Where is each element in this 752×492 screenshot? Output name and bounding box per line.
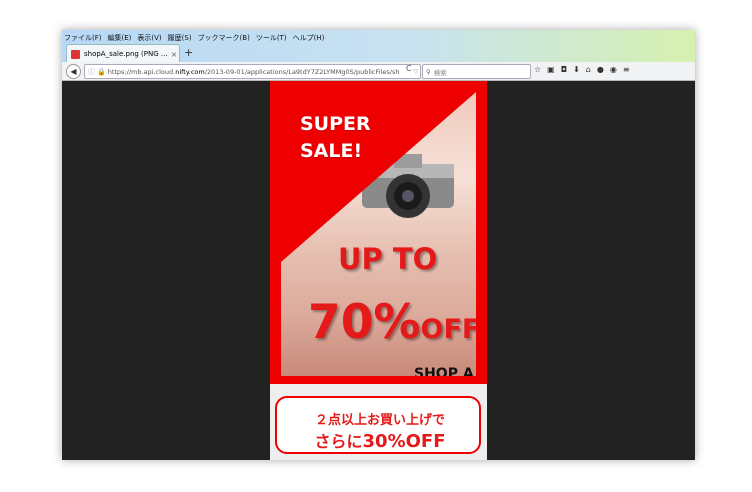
banner-line-2: さらに30%OFF [277,428,483,452]
menu-edit[interactable]: 編集(E) [108,32,132,44]
menu-file[interactable]: ファイル(F) [64,32,102,44]
banner-box: ２点以上お買い上げで さらに30%OFF [275,396,481,454]
url-bar[interactable]: ⓘ 🔒 https://mb.api.cloud.nifty.com/2013-… [84,64,421,79]
camera-photo: SUPER SALE! UP TO 70%OFF SHOP A [281,92,476,376]
browser-window: ファイル(F) 編集(E) 表示(V) 履歴(S) ブックマーク(B) ツール(… [62,30,695,460]
url-text: https://mb.api.cloud.nifty.com/2013-09-0… [108,68,412,76]
super-sale-text: SUPER SALE! [300,111,371,165]
banner-discount: 30%OFF [362,431,446,452]
home-icon[interactable]: ⌂ [586,65,591,74]
shop-name: SHOP A [414,366,474,376]
addon-icon[interactable]: ◉ [610,65,617,74]
tab-title: shopA_sale.png (PNG ... [84,50,168,58]
toolbar-icons: ☆ ▣ ◘ ⬇ ⌂ ● ◉ ≡ [534,65,630,74]
search-placeholder: 検索 [433,68,447,77]
menu-history[interactable]: 履歴(S) [168,32,192,44]
discount-percent: 70% [308,295,421,350]
back-icon[interactable]: ◀ [66,64,81,79]
discount-text: 70%OFF [308,295,476,350]
url-path: /2013-09-01/applications/La9tdY7Z2LYMMg0… [204,67,400,76]
dropdown-icon[interactable]: ▽ [413,68,418,75]
page-content: SUPER SALE! UP TO 70%OFF SHOP A ２点以上お買い上… [62,81,695,460]
menu-bookmarks[interactable]: ブックマーク(B) [198,32,250,44]
search-input[interactable]: ⚲ 検索 [422,64,531,79]
search-icon: ⚲ [426,67,431,76]
menu-tools[interactable]: ツール(T) [256,32,287,44]
menu-view[interactable]: 表示(V) [137,32,161,44]
new-tab-button[interactable]: + [184,46,193,59]
navigation-bar: ◀ ⓘ 🔒 https://mb.api.cloud.nifty.com/201… [62,62,695,81]
info-icon[interactable]: ⓘ [88,67,95,77]
url-host-domain: nifty.com [175,67,205,76]
menu-help[interactable]: ヘルプ(H) [293,32,325,44]
close-icon[interactable]: × [169,50,179,59]
sale-line: SALE! [300,140,363,162]
ad-red-frame: SUPER SALE! UP TO 70%OFF SHOP A [270,81,487,384]
url-host-prefix: https://mb.api.cloud. [107,67,176,76]
bookmark-star-icon[interactable]: ☆ [534,65,541,74]
lock-icon[interactable]: 🔒 [97,68,106,76]
download-icon[interactable]: ⬇ [573,65,580,74]
chat-icon[interactable]: ● [597,65,604,74]
discount-off: OFF [420,314,477,345]
hamburger-menu-icon[interactable]: ≡ [623,65,630,74]
favicon-icon [71,49,80,59]
menu-bar: ファイル(F) 編集(E) 表示(V) 履歴(S) ブックマーク(B) ツール(… [64,32,324,44]
sale-ad-image: SUPER SALE! UP TO 70%OFF SHOP A ２点以上お買い上… [270,81,487,460]
super-line: SUPER [300,113,371,135]
banner-prefix: さらに [314,432,363,451]
up-to-text: UP TO [338,242,438,276]
reload-icon[interactable]: C [406,64,412,73]
tab-strip: shopA_sale.png (PNG ... × + [62,44,695,63]
tab-active[interactable]: shopA_sale.png (PNG ... × [66,44,180,63]
banner-line-1: ２点以上お買い上げで [314,413,445,428]
pocket-icon[interactable]: ◘ [561,65,567,74]
reading-list-icon[interactable]: ▣ [547,65,555,74]
extra-discount-banner: ２点以上お買い上げで さらに30%OFF [270,396,487,460]
